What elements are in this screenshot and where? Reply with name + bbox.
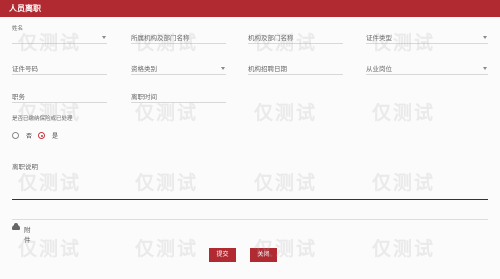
description-textarea[interactable] [12, 173, 488, 200]
org-dept-field[interactable]: 机构及部门名称 [248, 30, 343, 44]
cloud-upload-icon [12, 223, 20, 230]
cert-no-field[interactable]: 证件号码 [12, 61, 107, 75]
chevron-down-icon [221, 67, 225, 70]
chevron-down-icon [483, 36, 487, 39]
hire-date-placeholder: 机构招聘日期 [248, 65, 287, 73]
name-select[interactable]: 姓名 [12, 26, 107, 44]
cert-type-placeholder: 证件类型 [366, 34, 392, 42]
staff-type-placeholder: 资格类别 [131, 65, 157, 73]
dept-field[interactable]: 所属机构及部门名称 [131, 30, 226, 44]
chevron-down-icon [102, 36, 106, 39]
name-label: 姓名 [12, 26, 24, 32]
cert-type-select[interactable]: 证件类型 [366, 30, 488, 44]
radio-yes-label: 是 [52, 133, 59, 140]
dept-placeholder: 所属机构及部门名称 [131, 34, 190, 42]
radio-yes[interactable] [38, 132, 45, 139]
radio-no-label: 否 [26, 133, 33, 140]
page-title: 人员离职 [9, 4, 41, 13]
form-panel [0, 17, 500, 279]
page-header: 人员离职 [0, 0, 500, 17]
title-field[interactable]: 职务 [12, 89, 107, 103]
divider [12, 219, 488, 220]
chevron-down-icon [483, 67, 487, 70]
title-placeholder: 职务 [12, 93, 25, 101]
org-dept-placeholder: 机构及部门名称 [248, 34, 294, 42]
insurance-question-label: 是否已缴纳保险或已处理 [12, 116, 73, 122]
leave-date-placeholder: 离职时间 [131, 93, 157, 101]
close-button[interactable]: 关闭 [250, 248, 277, 262]
leave-date-field[interactable]: 离职时间 [131, 89, 226, 103]
description-label: 离职说明 [12, 163, 38, 171]
staff-type-select[interactable]: 资格类别 [131, 61, 226, 75]
cert-no-placeholder: 证件号码 [12, 65, 38, 73]
position-placeholder: 从业岗位 [366, 65, 392, 73]
hire-date-field[interactable]: 机构招聘日期 [248, 61, 343, 75]
submit-button[interactable]: 提交 [209, 248, 236, 262]
attachment-label: 附件 [24, 226, 31, 244]
position-select[interactable]: 从业岗位 [366, 61, 488, 75]
radio-no[interactable] [12, 132, 19, 139]
